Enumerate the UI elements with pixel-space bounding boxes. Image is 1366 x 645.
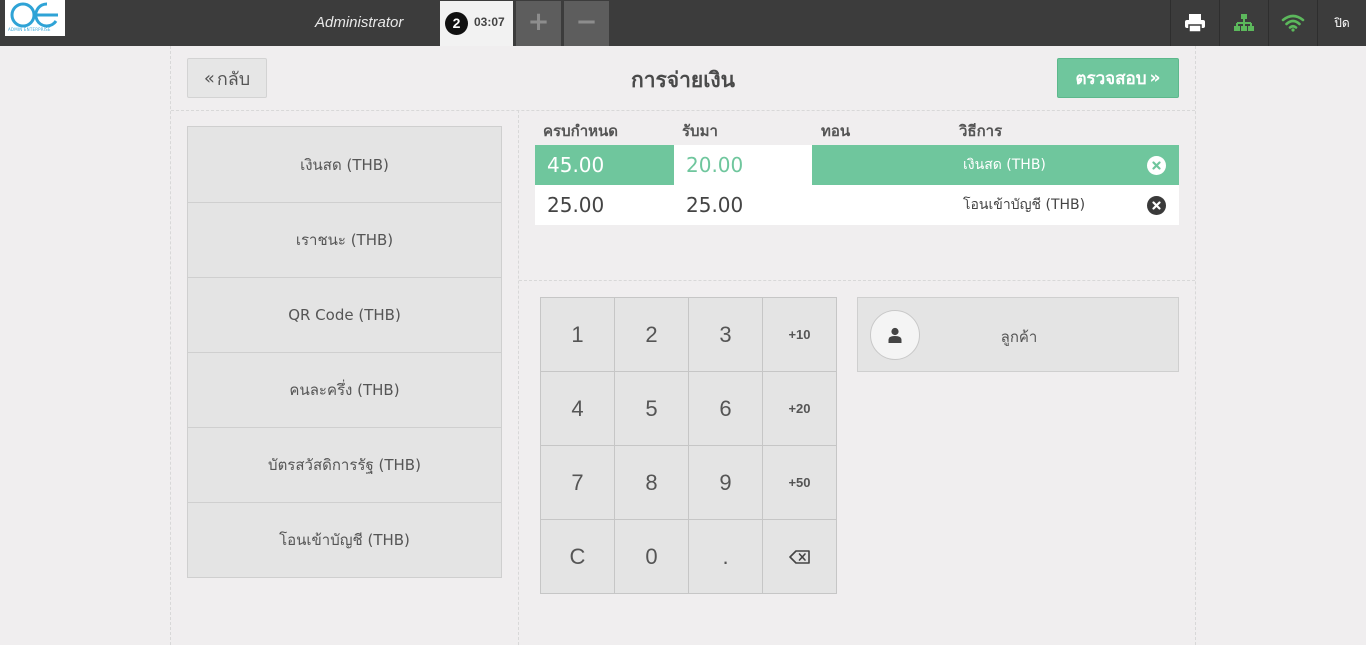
remove-order-button[interactable]: − xyxy=(564,1,609,46)
column-header-due: ครบกำหนด xyxy=(543,122,618,140)
network-button[interactable] xyxy=(1219,0,1268,46)
payment-line-method: โอนเข้าบัญชี (THB) xyxy=(963,197,1086,213)
delete-payment-line-button[interactable] xyxy=(1147,196,1166,215)
payment-line-selected[interactable]: 45.00 20.00 เงินสด (THB) xyxy=(535,145,1179,185)
numpad-key-6[interactable]: 6 xyxy=(689,372,763,446)
numpad-key-clear[interactable]: C xyxy=(541,520,615,593)
customer-label: ลูกค้า xyxy=(1000,328,1038,346)
numpad-key-5[interactable]: 5 xyxy=(615,372,689,446)
numpad-key-3[interactable]: 3 xyxy=(689,298,763,372)
column-divider xyxy=(518,110,519,645)
numpad-key-plus-10[interactable]: +10 xyxy=(763,298,836,372)
numpad-key-2[interactable]: 2 xyxy=(615,298,689,372)
logo: ADMIN ENTERPRISE xyxy=(5,0,65,36)
payment-method-welfare-card[interactable]: บัตรสวัสดิการรัฐ (THB) xyxy=(188,427,501,502)
validate-label: ตรวจสอบ xyxy=(1075,68,1147,89)
numpad-key-4[interactable]: 4 xyxy=(541,372,615,446)
numpad-key-plus-20[interactable]: +20 xyxy=(763,372,836,446)
validate-button[interactable]: ตรวจสอบ » xyxy=(1057,58,1179,98)
customer-button[interactable]: ลูกค้า xyxy=(857,297,1179,372)
double-chevron-right-icon: » xyxy=(1149,68,1161,88)
wifi-status[interactable] xyxy=(1268,0,1317,46)
close-icon xyxy=(1152,201,1161,210)
numpad-key-7[interactable]: 7 xyxy=(541,446,615,520)
payment-method-cash[interactable]: เงินสด (THB) xyxy=(188,127,501,202)
payment-line-tendered: 20.00 xyxy=(686,153,744,177)
logo-mark-icon xyxy=(10,2,58,28)
column-header-method: วิธีการ xyxy=(959,122,1003,140)
top-bar: ADMIN ENTERPRISE Administrator 2 03:07 +… xyxy=(0,0,1366,46)
payment-method-bank-transfer[interactable]: โอนเข้าบัญชี (THB) xyxy=(188,502,501,577)
section-divider xyxy=(519,280,1195,281)
payment-line-due: 45.00 xyxy=(547,153,605,177)
payment-method-khon-la-khrueng[interactable]: คนละครึ่ง (THB) xyxy=(188,352,501,427)
print-button[interactable] xyxy=(1170,0,1219,46)
numpad-key-backspace[interactable] xyxy=(763,520,836,593)
numpad: 1 2 3 +10 4 5 6 +20 7 8 9 +50 C 0 . xyxy=(540,297,837,594)
payment-line-method: เงินสด (THB) xyxy=(963,157,1046,173)
add-order-button[interactable]: + xyxy=(516,1,561,46)
close-icon xyxy=(1152,161,1161,170)
column-header-change: ทอน xyxy=(821,122,851,140)
order-tab[interactable]: 2 03:07 xyxy=(440,1,513,46)
payment-line[interactable]: 25.00 25.00 โอนเข้าบัญชี (THB) xyxy=(535,185,1179,225)
numpad-key-9[interactable]: 9 xyxy=(689,446,763,520)
sitemap-icon xyxy=(1234,14,1254,31)
logo-text: ADMIN ENTERPRISE xyxy=(8,27,51,32)
numpad-key-8[interactable]: 8 xyxy=(615,446,689,520)
payment-method-qr-code[interactable]: QR Code (THB) xyxy=(188,277,501,352)
numpad-key-plus-50[interactable]: +50 xyxy=(763,446,836,520)
close-button[interactable]: ปิด xyxy=(1317,0,1366,46)
payment-method-list: เงินสด (THB) เราชนะ (THB) QR Code (THB) … xyxy=(187,126,502,578)
numpad-key-0[interactable]: 0 xyxy=(615,520,689,593)
order-time: 03:07 xyxy=(474,15,505,29)
order-number: 2 xyxy=(445,12,468,35)
payment-line-due: 25.00 xyxy=(547,193,605,217)
backspace-icon xyxy=(788,549,810,564)
payment-line-tendered-input[interactable]: 20.00 xyxy=(674,145,812,185)
numpad-key-decimal[interactable]: . xyxy=(689,520,763,593)
numpad-key-1[interactable]: 1 xyxy=(541,298,615,372)
header-divider xyxy=(171,110,1195,111)
column-header-tendered: รับมา xyxy=(682,122,718,140)
printer-icon xyxy=(1185,14,1205,33)
wifi-icon xyxy=(1281,14,1305,32)
delete-payment-line-button[interactable] xyxy=(1147,156,1166,175)
payment-line-tendered: 25.00 xyxy=(686,193,744,217)
user-name[interactable]: Administrator xyxy=(315,14,403,31)
payment-method-rao-chana[interactable]: เราชนะ (THB) xyxy=(188,202,501,277)
